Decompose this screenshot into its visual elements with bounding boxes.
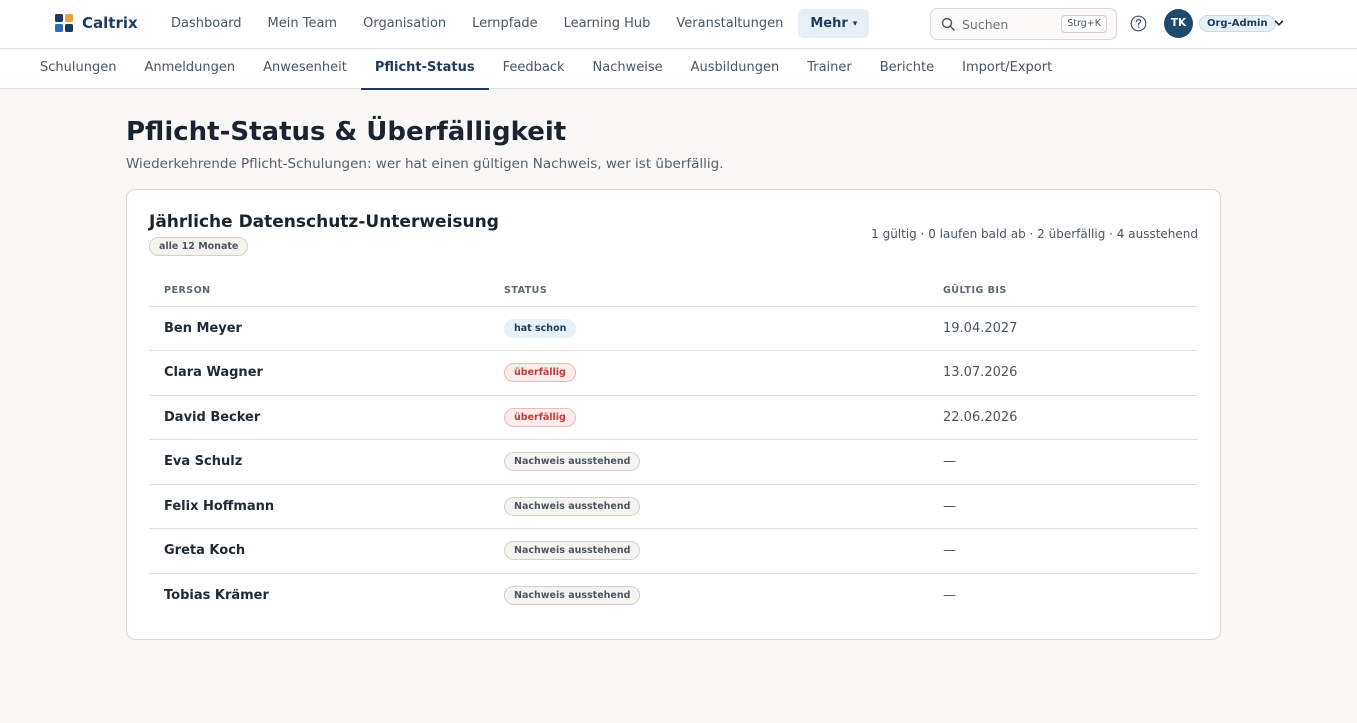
person-name: Tobias Krämer	[164, 588, 269, 603]
chevron-down-icon: ▾	[852, 19, 858, 29]
person-name: Greta Koch	[149, 528, 489, 574]
table-row[interactable]: David Becker überfällig 22.06.2026	[149, 395, 1197, 440]
caltrix-logo-icon	[55, 14, 73, 32]
status-badge: überfällig	[504, 407, 576, 427]
page-subtitle: Wiederkehrende Pflicht-Schulungen: wer h…	[126, 156, 724, 172]
search-input[interactable]: Suchen Strg+K	[930, 8, 1117, 40]
tab-ausbildungen[interactable]: Ausbildungen	[677, 49, 794, 89]
avatar[interactable]: TK	[1164, 9, 1193, 38]
role-badge: Org-Admin	[1199, 15, 1276, 32]
status-summary: 1 gültig · 0 laufen bald ab · 2 überfäll…	[871, 227, 1198, 241]
column-header-person: PERSON	[149, 275, 489, 307]
valid-until: 22.06.2026	[928, 395, 1197, 440]
status-badge: Nachweis ausstehend	[504, 541, 641, 561]
status-badge: Nachweis ausstehend	[504, 586, 641, 605]
person-name: Eva Schulz	[149, 439, 489, 485]
app-logo[interactable]: Caltrix	[55, 14, 138, 32]
person-name: Clara Wagner	[149, 350, 489, 396]
help-icon[interactable]	[1130, 15, 1147, 32]
tab-pflicht-status[interactable]: Pflicht-Status	[360, 49, 489, 90]
person-name: Ben Meyer	[149, 306, 489, 351]
valid-until: 13.07.2026	[928, 350, 1197, 396]
main-nav: Dashboard Mein Team Organisation Lernpfa…	[158, 9, 870, 38]
nav-dashboard[interactable]: Dashboard	[158, 9, 255, 38]
tab-berichte[interactable]: Berichte	[866, 49, 948, 89]
table-header-row: PERSON STATUS GÜLTIG BIS	[149, 275, 1197, 307]
page-title: Pflicht-Status & Überfälligkeit	[126, 117, 567, 147]
person-name: David Becker	[149, 395, 489, 440]
nav-lernpfade[interactable]: Lernpfade	[459, 9, 550, 38]
valid-until: 19.04.2027	[928, 306, 1197, 351]
sub-nav: Schulungen Anmeldungen Anwesenheit Pflic…	[0, 49, 1357, 90]
tab-schulungen[interactable]: Schulungen	[26, 49, 130, 89]
tab-import-export[interactable]: Import/Export	[948, 49, 1066, 89]
valid-until: —	[943, 588, 956, 603]
search-shortcut-hint: Strg+K	[1061, 15, 1107, 33]
status-badge: Nachweis ausstehend	[504, 496, 641, 516]
valid-until: —	[928, 528, 1197, 574]
tab-trainer[interactable]: Trainer	[793, 49, 866, 89]
nav-veranstaltungen[interactable]: Veranstaltungen	[663, 9, 796, 38]
nav-mein-team[interactable]: Mein Team	[255, 9, 351, 38]
top-bar: Caltrix Dashboard Mein Team Organisation…	[0, 0, 1357, 49]
column-header-valid-until: GÜLTIG BIS	[928, 275, 1197, 307]
status-badge: überfällig	[504, 363, 576, 383]
chevron-down-icon[interactable]	[1273, 17, 1285, 29]
search-icon	[941, 17, 955, 31]
nav-more-button[interactable]: Mehr ▾	[798, 9, 870, 38]
table-row[interactable]: Greta Koch Nachweis ausstehend —	[149, 528, 1197, 574]
table-row[interactable]: Eva Schulz Nachweis ausstehend —	[149, 439, 1197, 485]
status-badge: hat schon	[504, 318, 577, 338]
column-header-status: STATUS	[489, 275, 928, 307]
table-row[interactable]: Tobias Krämer Nachweis ausstehend —	[149, 573, 1197, 618]
tab-anmeldungen[interactable]: Anmeldungen	[130, 49, 249, 89]
search-placeholder: Suchen	[962, 17, 1009, 32]
valid-until: —	[928, 439, 1197, 485]
status-badge: Nachweis ausstehend	[504, 452, 641, 472]
nav-more-label: Mehr	[810, 16, 848, 31]
nav-organisation[interactable]: Organisation	[350, 9, 459, 38]
tab-feedback[interactable]: Feedback	[489, 49, 579, 89]
tab-anwesenheit[interactable]: Anwesenheit	[249, 49, 361, 89]
person-name: Felix Hoffmann	[149, 484, 489, 529]
table-row[interactable]: Clara Wagner überfällig 13.07.2026	[149, 350, 1197, 396]
training-status-card: Jährliche Datenschutz-Unterweisung alle …	[126, 189, 1221, 640]
status-table: PERSON STATUS GÜLTIG BIS Ben Meyer hat s…	[149, 275, 1197, 618]
table-row[interactable]: Felix Hoffmann Nachweis ausstehend —	[149, 484, 1197, 529]
app-name: Caltrix	[82, 14, 138, 32]
tab-nachweise[interactable]: Nachweise	[579, 49, 677, 89]
nav-learning-hub[interactable]: Learning Hub	[551, 9, 664, 38]
frequency-badge: alle 12 Monate	[149, 237, 249, 256]
table-row[interactable]: Ben Meyer hat schon 19.04.2027	[149, 306, 1197, 351]
card-title: Jährliche Datenschutz-Unterweisung	[149, 212, 499, 232]
valid-until: —	[928, 484, 1197, 529]
